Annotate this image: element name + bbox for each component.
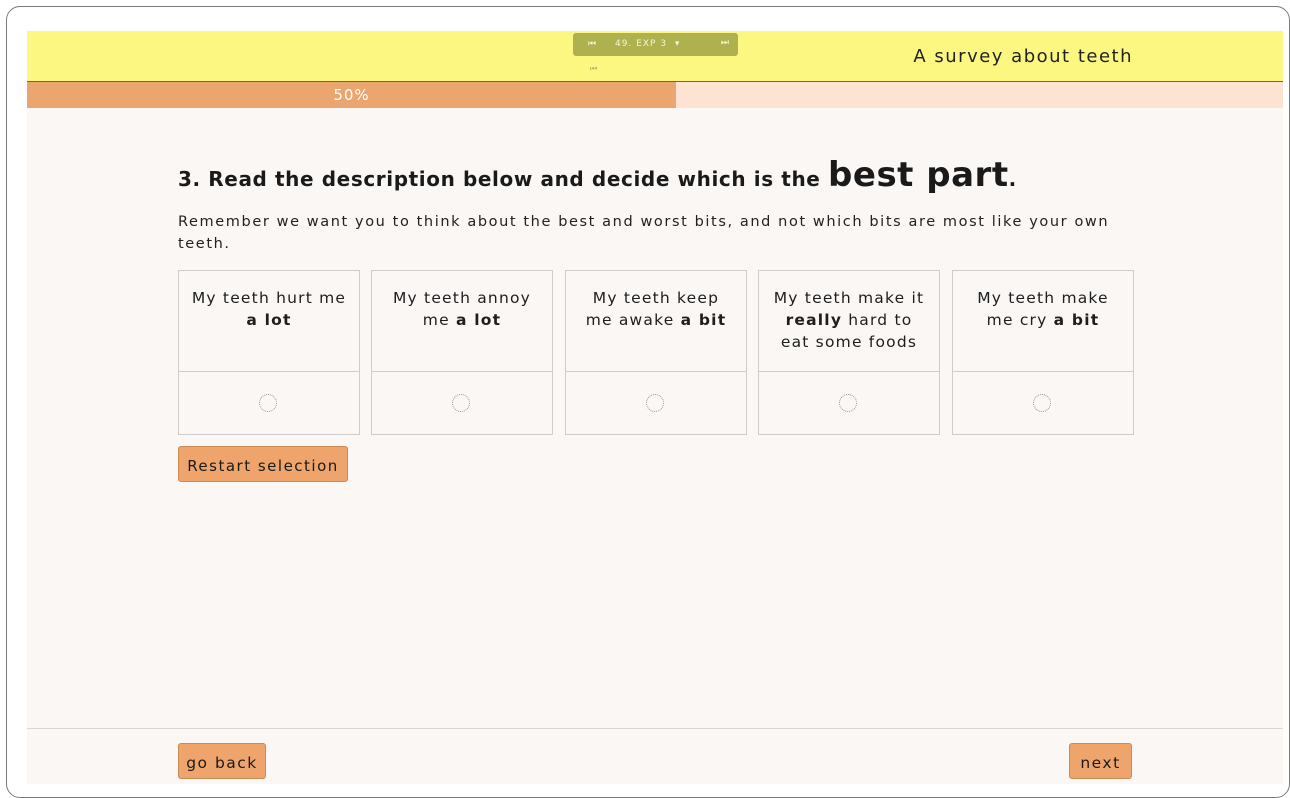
option-label: My teeth annoy me a lot [372, 271, 552, 372]
option-card[interactable]: My teeth hurt me a lot [178, 270, 360, 435]
header-bar: ⏮ 49. EXP 3 ▾ ⏭ ⏮ A survey about teeth [27, 31, 1283, 82]
page-selector-label: 49. EXP 3 [615, 39, 668, 49]
option-label: My teeth hurt me a lot [179, 271, 359, 372]
option-radio-cell[interactable] [953, 372, 1133, 434]
window-frame: ⏮ 49. EXP 3 ▾ ⏭ ⏮ A survey about teeth 5… [6, 6, 1290, 798]
option-radio[interactable] [646, 394, 664, 412]
navigator-handle-icon[interactable]: ⏮ [590, 64, 597, 74]
option-radio[interactable] [839, 394, 857, 412]
option-text: My teeth hurt me [191, 289, 347, 307]
option-radio-cell[interactable] [566, 372, 746, 434]
option-emphasis: a bit [680, 311, 727, 329]
option-card[interactable]: My teeth make me cry a bit [952, 270, 1134, 435]
option-card[interactable]: My teeth annoy me a lot [371, 270, 553, 435]
question-suffix: . [1008, 167, 1017, 191]
option-emphasis: a lot [455, 311, 502, 329]
option-label: My teeth make it really hard to eat some… [759, 271, 939, 372]
option-radio-cell[interactable] [372, 372, 552, 434]
option-emphasis: a lot [246, 311, 292, 329]
option-radio-cell[interactable] [759, 372, 939, 434]
option-card[interactable]: My teeth keep me awake a bit [565, 270, 747, 435]
options-grid: My teeth hurt me a lot My teeth annoy me… [178, 270, 1134, 435]
option-label: My teeth keep me awake a bit [566, 271, 746, 372]
restart-selection-button[interactable]: Restart selection [178, 446, 348, 482]
option-card[interactable]: My teeth make it really hard to eat some… [758, 270, 940, 435]
first-page-icon[interactable]: ⏮ [588, 39, 597, 49]
option-emphasis: a bit [1053, 311, 1100, 329]
option-radio-cell[interactable] [179, 372, 359, 434]
go-back-button[interactable]: go back [178, 743, 266, 779]
chevron-down-icon: ▾ [674, 39, 681, 49]
question-heading: 3. Read the description below and decide… [178, 155, 1017, 195]
survey-title: A survey about teeth [913, 46, 1133, 67]
question-text: 3. Read the description below and decide… [178, 167, 821, 191]
progress-label: 50% [333, 86, 370, 104]
footer-divider [27, 728, 1283, 729]
page-navigator[interactable]: ⏮ 49. EXP 3 ▾ ⏭ [573, 33, 738, 56]
option-emphasis: really [785, 311, 843, 329]
last-page-icon[interactable]: ⏭ [721, 38, 730, 48]
instruction-text: Remember we want you to think about the … [178, 214, 1110, 252]
next-button[interactable]: next [1069, 743, 1132, 779]
page-selector[interactable]: 49. EXP 3 ▾ [615, 39, 684, 49]
survey-app: ⏮ 49. EXP 3 ▾ ⏭ ⏮ A survey about teeth 5… [27, 31, 1283, 784]
option-radio[interactable] [259, 394, 277, 412]
option-label: My teeth make me cry a bit [953, 271, 1133, 372]
question-emphasis: best part [828, 155, 1009, 195]
option-radio[interactable] [452, 394, 470, 412]
progress-bar: 50% [27, 82, 1283, 108]
option-radio[interactable] [1033, 394, 1051, 412]
option-text: My teeth make it [773, 289, 925, 307]
